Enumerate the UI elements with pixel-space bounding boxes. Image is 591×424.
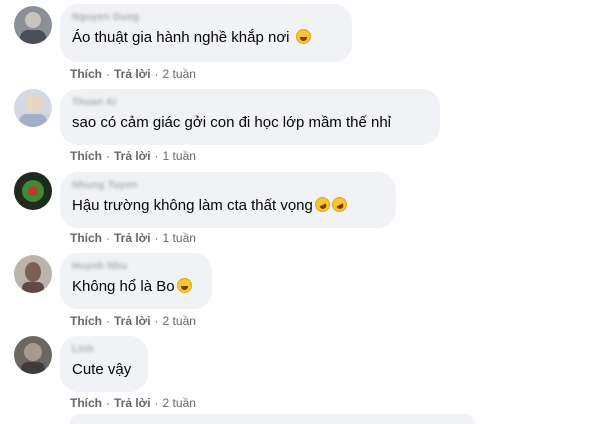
avatar[interactable] [14,6,52,44]
comment-time[interactable]: 1 tuần [163,231,196,245]
comment-actions: Thích · Trả lời · 2 tuần [70,67,196,81]
avatar[interactable] [14,89,52,127]
avatar-image [14,255,52,293]
reply-link[interactable]: Trả lời [114,231,151,245]
comment-text: Không hổ là Bo [72,277,200,297]
like-link[interactable]: Thích [70,396,102,410]
like-link[interactable]: Thích [70,67,102,81]
avatar-image [14,172,52,210]
comment-text-content: Áo thuật gia hành nghề khắp nơi [72,29,290,46]
rofl-emoji-icon [329,194,350,215]
comment-time[interactable]: 1 tuần [163,149,196,163]
avatar-image [14,336,52,374]
comment-text: sao có cảm giác gởi con đi học lớp mầm t… [72,113,428,133]
comment-text: Hậu trường không làm cta thất vọng [72,194,384,216]
reply-link[interactable]: Trả lời [114,67,151,81]
comment-author[interactable]: Thuan Ai [72,96,428,109]
comment-author[interactable]: Huynh Nhu [72,260,200,273]
comment-text: Cute vậy [72,360,136,380]
comment-text-content: sao có cảm giác gởi con đi học lớp mầm t… [72,114,391,131]
comment-bubble: Nhung Tuyen Hậu trường không làm cta thấ… [60,172,396,228]
comment-time[interactable]: 2 tuần [163,67,196,81]
comment-text-content: Cute vậy [72,361,132,378]
comment-author[interactable]: Nhung Tuyen [72,179,384,192]
like-link[interactable]: Thích [70,231,102,245]
avatar[interactable] [14,336,52,374]
comment-author[interactable]: Nguyen Dung [72,11,340,24]
reply-link[interactable]: Trả lời [114,149,151,163]
comment-text-content: Không hổ là Bo [72,278,175,295]
laughing-emoji-icon [176,278,192,293]
comment-author[interactable]: Linh [72,343,136,356]
comment-bubble: Nguyen Dung Áo thuật gia hành nghề khắp … [60,4,352,62]
grinning-emoji-icon [295,29,311,44]
reply-link[interactable]: Trả lời [114,396,151,410]
comment-actions: Thích · Trả lời · 1 tuần [70,149,196,163]
comment-bubble: Thuan Ai sao có cảm giác gởi con đi học … [60,89,440,145]
comment-actions: Thích · Trả lời · 2 tuần [70,314,196,328]
reply-link[interactable]: Trả lời [114,314,151,328]
like-link[interactable]: Thích [70,314,102,328]
comment-text: Áo thuật gia hành nghề khắp nơi [72,28,340,48]
rofl-emoji-icon [312,194,333,215]
comment-actions: Thích · Trả lời · 1 tuần [70,231,196,245]
comment-time[interactable]: 2 tuần [163,396,196,410]
comment-time[interactable]: 2 tuần [163,314,196,328]
like-link[interactable]: Thích [70,149,102,163]
comment-bubble: Huynh Nhu Không hổ là Bo [60,253,212,309]
comment-text-content: Hậu trường không làm cta thất vọng [72,197,313,214]
next-comment-bubble [70,414,475,424]
comment-bubble: Linh Cute vậy [60,336,148,392]
comment-actions: Thích · Trả lời · 2 tuần [70,396,196,410]
avatar[interactable] [14,255,52,293]
avatar[interactable] [14,172,52,210]
avatar-image [14,89,52,127]
avatar-image [14,6,52,44]
